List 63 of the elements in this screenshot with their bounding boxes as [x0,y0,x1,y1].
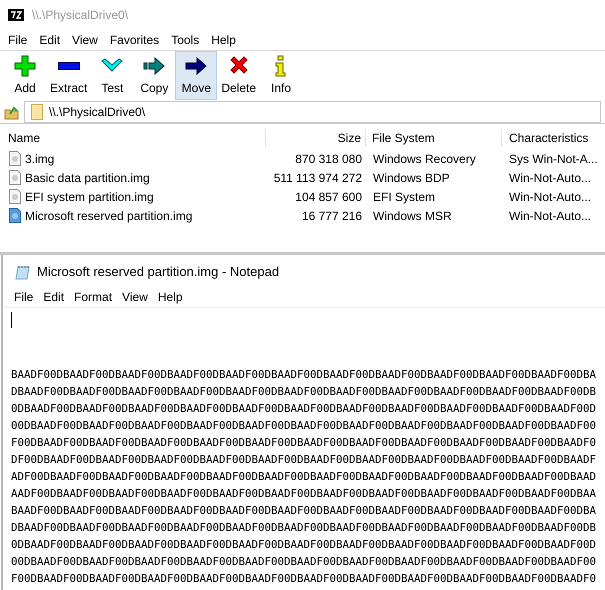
text-line: DBAADF00DBAADF00DBAADF00DBAADF00DBAADF00DBAADF00DBAADF00DBAADF00DBAADF00DBAADF00DBAADF00DB [11,384,596,400]
file-name[interactable]: EFI system partition.img [25,188,154,206]
table-cell-text: Windows Recovery [372,150,477,168]
column-header[interactable]: Size [266,129,366,147]
toolbar-button[interactable]: Move [175,51,218,100]
column-header[interactable]: File System [366,129,502,147]
menu-item[interactable]: Help [152,288,188,306]
text-line: DBAADF00DBAADF00DBAADF00DBAADF00DBAADF00DBAADF00DBAADF00DBAADF00DBAADF00DBAADF00DBAADF00DB [11,520,596,536]
menu-item[interactable]: Format [69,288,118,306]
table-cell-text: 16 777 216 [300,208,363,224]
menu-item[interactable]: Edit [33,31,66,49]
menu-item[interactable]: View [117,288,153,306]
folder-icon [31,104,43,120]
table-cell-text: EFI System [372,188,436,206]
table-cell-text: Sys Win-Not-A... [508,150,598,168]
delete-icon [228,54,250,76]
window-title: \\.\PhysicalDrive0\ [32,7,128,24]
file-name[interactable]: Microsoft reserved partition.img [25,206,192,224]
table-cell-text: Windows MSR [372,208,453,224]
table-cell-text: Win-Not-Auto... [508,208,592,224]
menu-item[interactable]: File [2,31,34,49]
toolbar-button[interactable]: Info [260,51,302,100]
text-line: 00DBAADF00DBAADF00DBAADF00DBAADF00DBAADF00DBAADF00DBAADF00DBAADF00DBAADF00DBAADF00DBAADF00 [11,554,596,570]
text-line: AADF00DBAADF00DBAADF00DBAADF00DBAADF00DBAADF00DBAADF00DBAADF00DBAADF00DBAADF00DBAADF00DBAA [11,486,596,502]
minus-icon [58,62,80,70]
menu-item[interactable]: Help [205,31,242,49]
toolbar-button[interactable]: Test [91,51,134,100]
window-title: Microsoft reserved partition.img - Notepad [37,263,280,282]
menu-item[interactable]: View [66,31,104,49]
toolbar-button[interactable]: Add [4,51,46,100]
file-name[interactable]: 3.img [25,150,54,168]
plus-icon [14,54,36,76]
text-line: DF00DBAADF00DBAADF00DBAADF00DBAADF00DBAADF00DBAADF00DBAADF00DBAADF00DBAADF00DBAADF00DBAADF [11,452,596,468]
text-line: 0DBAADF00DBAADF00DBAADF00DBAADF00DBAADF00DBAADF00DBAADF00DBAADF00DBAADF00DBAADF00DBAADF00D [11,401,596,417]
notepad-icon [15,264,31,280]
menu-item[interactable]: Tools [165,31,206,49]
arrow-right-icon [185,54,208,76]
table-cell-text: Win-Not-Auto... [508,170,592,186]
menu-item[interactable]: Favorites [104,31,166,49]
text-line: F00DBAADF00DBAADF00DBAADF00DBAADF00DBAADF00DBAADF00DBAADF00DBAADF00DBAADF00DBAADF00DBAADF0 [11,435,596,451]
arrow-right-icon [143,54,166,76]
menu-item[interactable]: Edit [38,288,70,306]
file-name[interactable]: Basic data partition.img [25,168,150,186]
text-line: 00DBAADF00DBAADF00DBAADF00DBAADF00DBAADF00DBAADF00DBAADF00DBAADF00DBAADF00DBAADF00DBAADF00 [11,418,596,434]
app-logo-icon [8,9,24,21]
toolbar-button[interactable]: Copy [133,51,176,100]
table-cell-text: 870 318 080 [294,150,363,168]
text-line: 0DBAADF00DBAADF00DBAADF00DBAADF00DBAADF00DBAADF00DBAADF00DBAADF00DBAADF00DBAADF00DBAADF00D [11,537,596,553]
toolbar-button[interactable]: Delete [217,51,260,100]
column-header[interactable]: Name [0,129,266,147]
table-cell-text: Windows BDP [372,170,451,186]
column-header[interactable]: Characteristics [502,129,588,147]
text-line: BAADF00DBAADF00DBAADF00DBAADF00DBAADF00DBAADF00DBAADF00DBAADF00DBAADF00DBAADF00DBAADF00DBA [11,367,596,383]
address-field[interactable]: \\.\PhysicalDrive0\ [24,100,601,122]
text-line: ADF00DBAADF00DBAADF00DBAADF00DBAADF00DBAADF00DBAADF00DBAADF00DBAADF00DBAADF00DBAADF00DBAAD [11,469,596,485]
table-cell-text: 104 857 600 [294,188,363,206]
table-cell-text: Win-Not-Auto... [508,188,592,206]
menu-item[interactable]: File [9,288,38,306]
up-folder-icon[interactable] [4,104,20,120]
text-line: BAADF00DBAADF00DBAADF00DBAADF00DBAADF00DBAADF00DBAADF00DBAADF00DBAADF00DBAADF00DBAADF00DBA [11,503,596,519]
text-line: F00DBAADF00DBAADF00DBAADF00DBAADF00DBAADF00DBAADF00DBAADF00DBAADF00DBAADF00DBAADF00DBAADF0 [11,571,596,587]
toolbar-button[interactable]: Extract [46,51,92,100]
table-cell-text: 511 113 974 272 [272,170,363,186]
